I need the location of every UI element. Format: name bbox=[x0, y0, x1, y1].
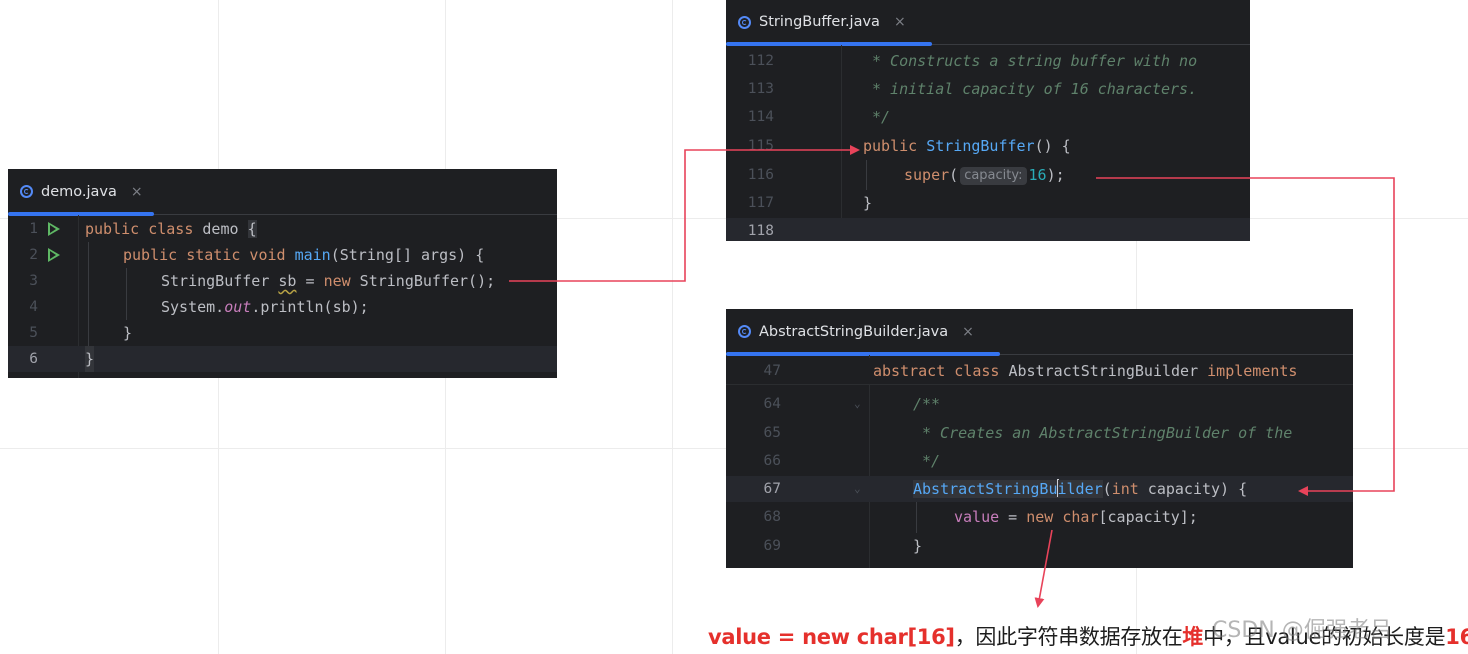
arrow-demo-to-stringbuffer bbox=[509, 145, 860, 282]
caption-code: value = new char[16] bbox=[708, 625, 955, 649]
watermark: CSDN @倔强老吕 bbox=[1212, 618, 1392, 643]
arrow-value-to-caption bbox=[1034, 529, 1053, 608]
caption-highlight: 16 bbox=[1445, 625, 1468, 649]
arrow-super-to-asb bbox=[1096, 177, 1395, 496]
caption-highlight: 堆 bbox=[1182, 625, 1204, 649]
caption-text: ，因此字符串数据存放在 bbox=[954, 625, 1183, 649]
connector-arrows bbox=[509, 145, 1395, 608]
